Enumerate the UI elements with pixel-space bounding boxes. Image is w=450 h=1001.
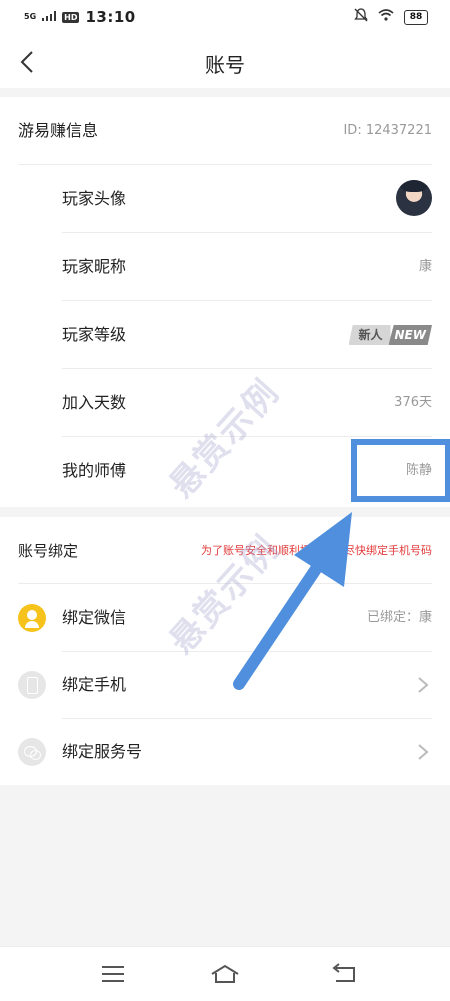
page-title: 账号 [205,53,245,77]
nickname-value: 康 [418,259,432,274]
master-label: 我的师傅 [62,461,127,480]
home-icon [211,964,239,983]
chevron-right-icon [418,677,429,693]
system-nav-bar [0,946,450,1001]
avatar-row[interactable]: 玩家头像 [0,165,450,233]
join-days-label: 加入天数 [62,393,127,412]
chevron-right-icon [418,744,429,760]
menu-icon [102,966,124,982]
level-row: 玩家等级 新人 NEW [0,301,450,369]
bind-phone-label: 绑定手机 [62,675,127,694]
menu-button[interactable] [98,963,128,985]
bind-service-label: 绑定服务号 [62,742,143,761]
info-header-row: 游易赚信息 ID: 12437221 [0,97,450,165]
binding-header-row: 账号绑定 为了账号安全和顺利提现，请尽快绑定手机号码 [0,517,450,585]
clock-time: 13:10 [85,8,136,26]
status-bar: 5G HD 13:10 88 [0,0,450,36]
nav-bar: 账号 [0,36,450,88]
annotation-highlight-box [351,439,450,502]
join-days-row: 加入天数 376天 [0,369,450,437]
user-id: ID: 12437221 [343,123,432,138]
binding-section-title: 账号绑定 [18,542,79,560]
wifi-icon [378,9,394,25]
return-icon [332,963,355,982]
bind-wechat-row[interactable]: 绑定微信 已绑定：康 [0,584,450,652]
hd-badge: HD [62,11,80,23]
new-tag: NEW [388,325,432,345]
level-badge: 新人 NEW [348,325,432,345]
phone-icon [18,671,46,699]
level-badge-text: 新人 [348,325,391,345]
bind-phone-row[interactable]: 绑定手机 [0,651,450,719]
join-days-value: 376天 [394,395,432,410]
avatar-label: 玩家头像 [62,189,127,208]
info-section-title: 游易赚信息 [18,121,99,140]
home-button[interactable] [210,963,240,985]
mute-bell-icon [354,8,368,26]
wechat-chat-icon [18,738,46,766]
account-binding-section: 账号绑定 为了账号安全和顺利提现，请尽快绑定手机号码 绑定微信 已绑定：康 绑定… [0,517,450,785]
wechat-user-icon [18,604,46,632]
level-label: 玩家等级 [62,325,127,344]
nickname-row[interactable]: 玩家昵称 康 [0,233,450,301]
bind-service-row[interactable]: 绑定服务号 [0,718,450,786]
network-indicator: 5G [24,12,37,21]
bind-wechat-label: 绑定微信 [62,608,127,627]
battery-indicator: 88 [404,9,428,25]
binding-tip: 为了账号安全和顺利提现，请尽快绑定手机号码 [201,544,432,557]
signal-icon [42,9,57,25]
avatar[interactable] [396,180,432,216]
back-system-button[interactable] [328,963,358,985]
nickname-label: 玩家昵称 [62,257,127,276]
bind-wechat-status: 已绑定：康 [366,610,432,625]
